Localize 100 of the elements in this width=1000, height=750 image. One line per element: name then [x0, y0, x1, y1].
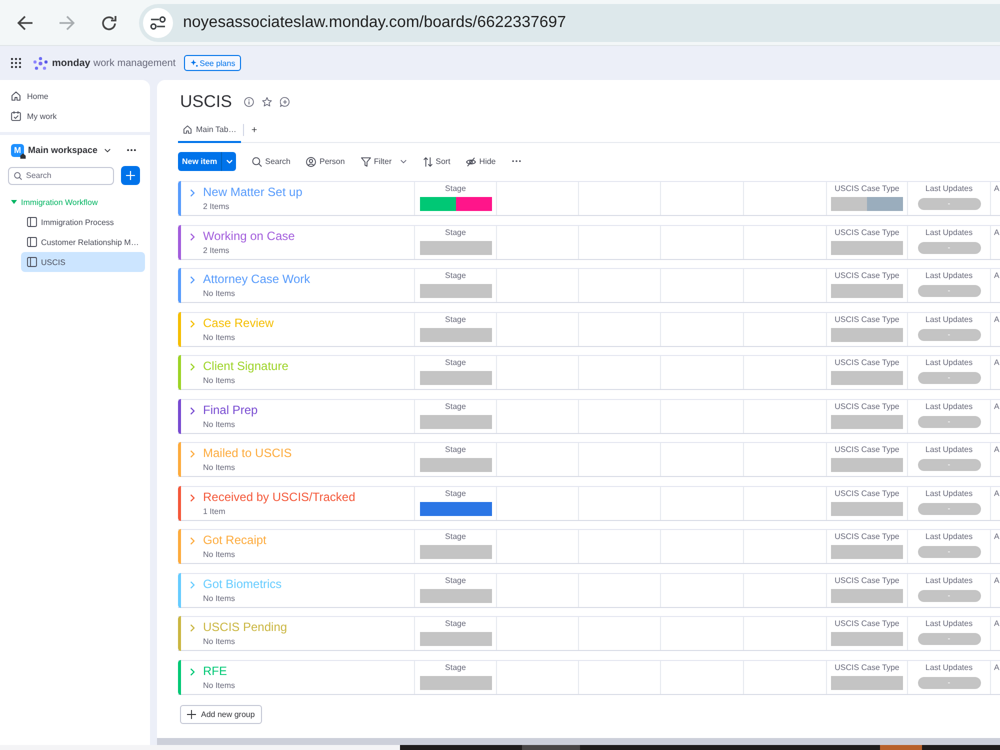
type-summary-bar — [831, 676, 903, 690]
add-group-button[interactable]: Add new group — [180, 705, 262, 724]
column-header: A — [993, 358, 1000, 368]
type-summary-bar — [831, 240, 903, 254]
workspace-name[interactable]: Main workspace — [28, 145, 98, 155]
column-header: USCIS Case Type — [834, 662, 900, 672]
column-header: USCIS Case Type — [834, 445, 900, 455]
horizontal-scrollbar[interactable] — [157, 738, 1000, 745]
person-button[interactable]: Person — [306, 152, 345, 171]
board-item[interactable]: USCIS — [21, 252, 145, 272]
group-title: Case Review — [203, 316, 274, 330]
status-summary-bar — [420, 328, 492, 342]
more-icon[interactable] — [512, 160, 521, 163]
triangle-icon[interactable] — [11, 200, 17, 204]
address-bar[interactable]: noyesassociateslaw.monday.com/boards/6622337697 — [139, 4, 1000, 42]
back-icon[interactable] — [17, 14, 33, 30]
item-count: No Items — [203, 594, 236, 604]
column-header: A — [993, 662, 1000, 672]
last-updates-value: - — [918, 328, 980, 340]
last-updates-value: - — [918, 459, 980, 471]
new-item-button[interactable]: New item — [178, 152, 222, 171]
column-header: A — [993, 314, 1000, 324]
chevron-icon[interactable] — [190, 406, 195, 414]
status-summary-bar — [420, 458, 492, 472]
column-header: USCIS Case Type — [834, 228, 900, 238]
column-header: Last Updates — [925, 532, 973, 542]
last-updates-value: - — [918, 502, 980, 514]
group-title: Got Recaipt — [203, 533, 266, 547]
type-summary-bar — [831, 632, 903, 646]
item-count: No Items — [203, 289, 236, 299]
search-field[interactable]: Search — [8, 166, 114, 184]
home-icon — [183, 125, 192, 134]
column-header: Stage — [445, 271, 466, 281]
last-updates-value: - — [918, 633, 980, 645]
add-comment-icon[interactable] — [280, 97, 290, 107]
column-header: Stage — [445, 445, 466, 455]
item-count: No Items — [203, 637, 236, 647]
view-tab[interactable]: Main Tab… — [178, 118, 242, 143]
column-header: USCIS Case Type — [834, 402, 900, 412]
search-icon — [14, 172, 22, 180]
column-header: Stage — [445, 488, 466, 498]
type-summary-bar — [831, 588, 903, 602]
last-updates-value: - — [918, 676, 980, 688]
chevron-icon[interactable] — [190, 232, 195, 240]
board-icon — [27, 237, 37, 247]
home-icon — [20, 152, 26, 158]
board-title: USCIS — [180, 92, 232, 112]
reload-icon[interactable] — [101, 14, 117, 30]
type-summary-bar — [831, 328, 903, 342]
apps-grid-icon[interactable] — [11, 58, 21, 68]
chevron-icon[interactable] — [190, 276, 195, 284]
more-icon[interactable] — [127, 148, 136, 152]
hide-button[interactable]: Hide — [466, 152, 496, 171]
caret-icon[interactable] — [104, 148, 111, 152]
caret-icon — [400, 159, 407, 164]
item-count: No Items — [203, 376, 236, 386]
group-title: Received by USCIS/Tracked — [203, 490, 356, 504]
last-updates-value: - — [918, 372, 980, 384]
group-title: USCIS Pending — [203, 620, 288, 634]
site-settings-icon[interactable] — [143, 8, 173, 38]
star-icon[interactable] — [262, 97, 272, 107]
column-header: USCIS Case Type — [834, 488, 900, 498]
type-summary-bar — [831, 414, 903, 428]
filter-button[interactable]: Filter — [360, 152, 407, 171]
column-header: A — [993, 576, 1000, 586]
add-button[interactable] — [121, 166, 140, 185]
column-header: Stage — [445, 662, 466, 672]
column-header: A — [993, 488, 1000, 498]
add-view-button[interactable]: + — [251, 124, 258, 136]
group-title: Final Prep — [203, 402, 258, 416]
info-icon[interactable] — [244, 97, 254, 107]
item-count: No Items — [203, 420, 236, 430]
status-summary-bar — [420, 414, 492, 428]
last-updates-value: - — [918, 590, 980, 602]
workspace-badge: M — [11, 144, 24, 156]
search-button[interactable]: Search — [252, 152, 290, 171]
column-header: USCIS Case Type — [834, 358, 900, 368]
plus-icon — [187, 710, 196, 719]
taskbar-tile[interactable] — [522, 745, 580, 750]
item-count: No Items — [203, 550, 236, 560]
status-summary-bar — [420, 545, 492, 559]
caret-icon — [226, 159, 233, 164]
dropdown-button[interactable] — [221, 152, 236, 171]
item-count: 2 Items — [203, 246, 230, 256]
chevron-icon[interactable] — [190, 189, 195, 197]
column-header: Last Updates — [925, 445, 973, 455]
board-item[interactable]: Immigration Process — [21, 212, 145, 232]
last-updates-value: - — [918, 546, 980, 558]
group-title: Attorney Case Work — [203, 272, 310, 286]
status-summary-bar — [420, 371, 492, 385]
chevron-icon[interactable] — [190, 494, 195, 502]
dots-logo-icon[interactable] — [33, 56, 48, 70]
column-header: USCIS Case Type — [834, 314, 900, 324]
nav-item[interactable]: My work — [0, 106, 145, 126]
taskbar-tile[interactable] — [880, 745, 922, 750]
see-plans-button[interactable]: See plans — [184, 55, 242, 71]
board-item[interactable]: Customer Relationship M… — [21, 232, 145, 252]
nav-item[interactable]: Home — [0, 86, 145, 106]
sort-button[interactable]: Sort — [422, 152, 450, 171]
column-header: Last Updates — [925, 662, 973, 672]
